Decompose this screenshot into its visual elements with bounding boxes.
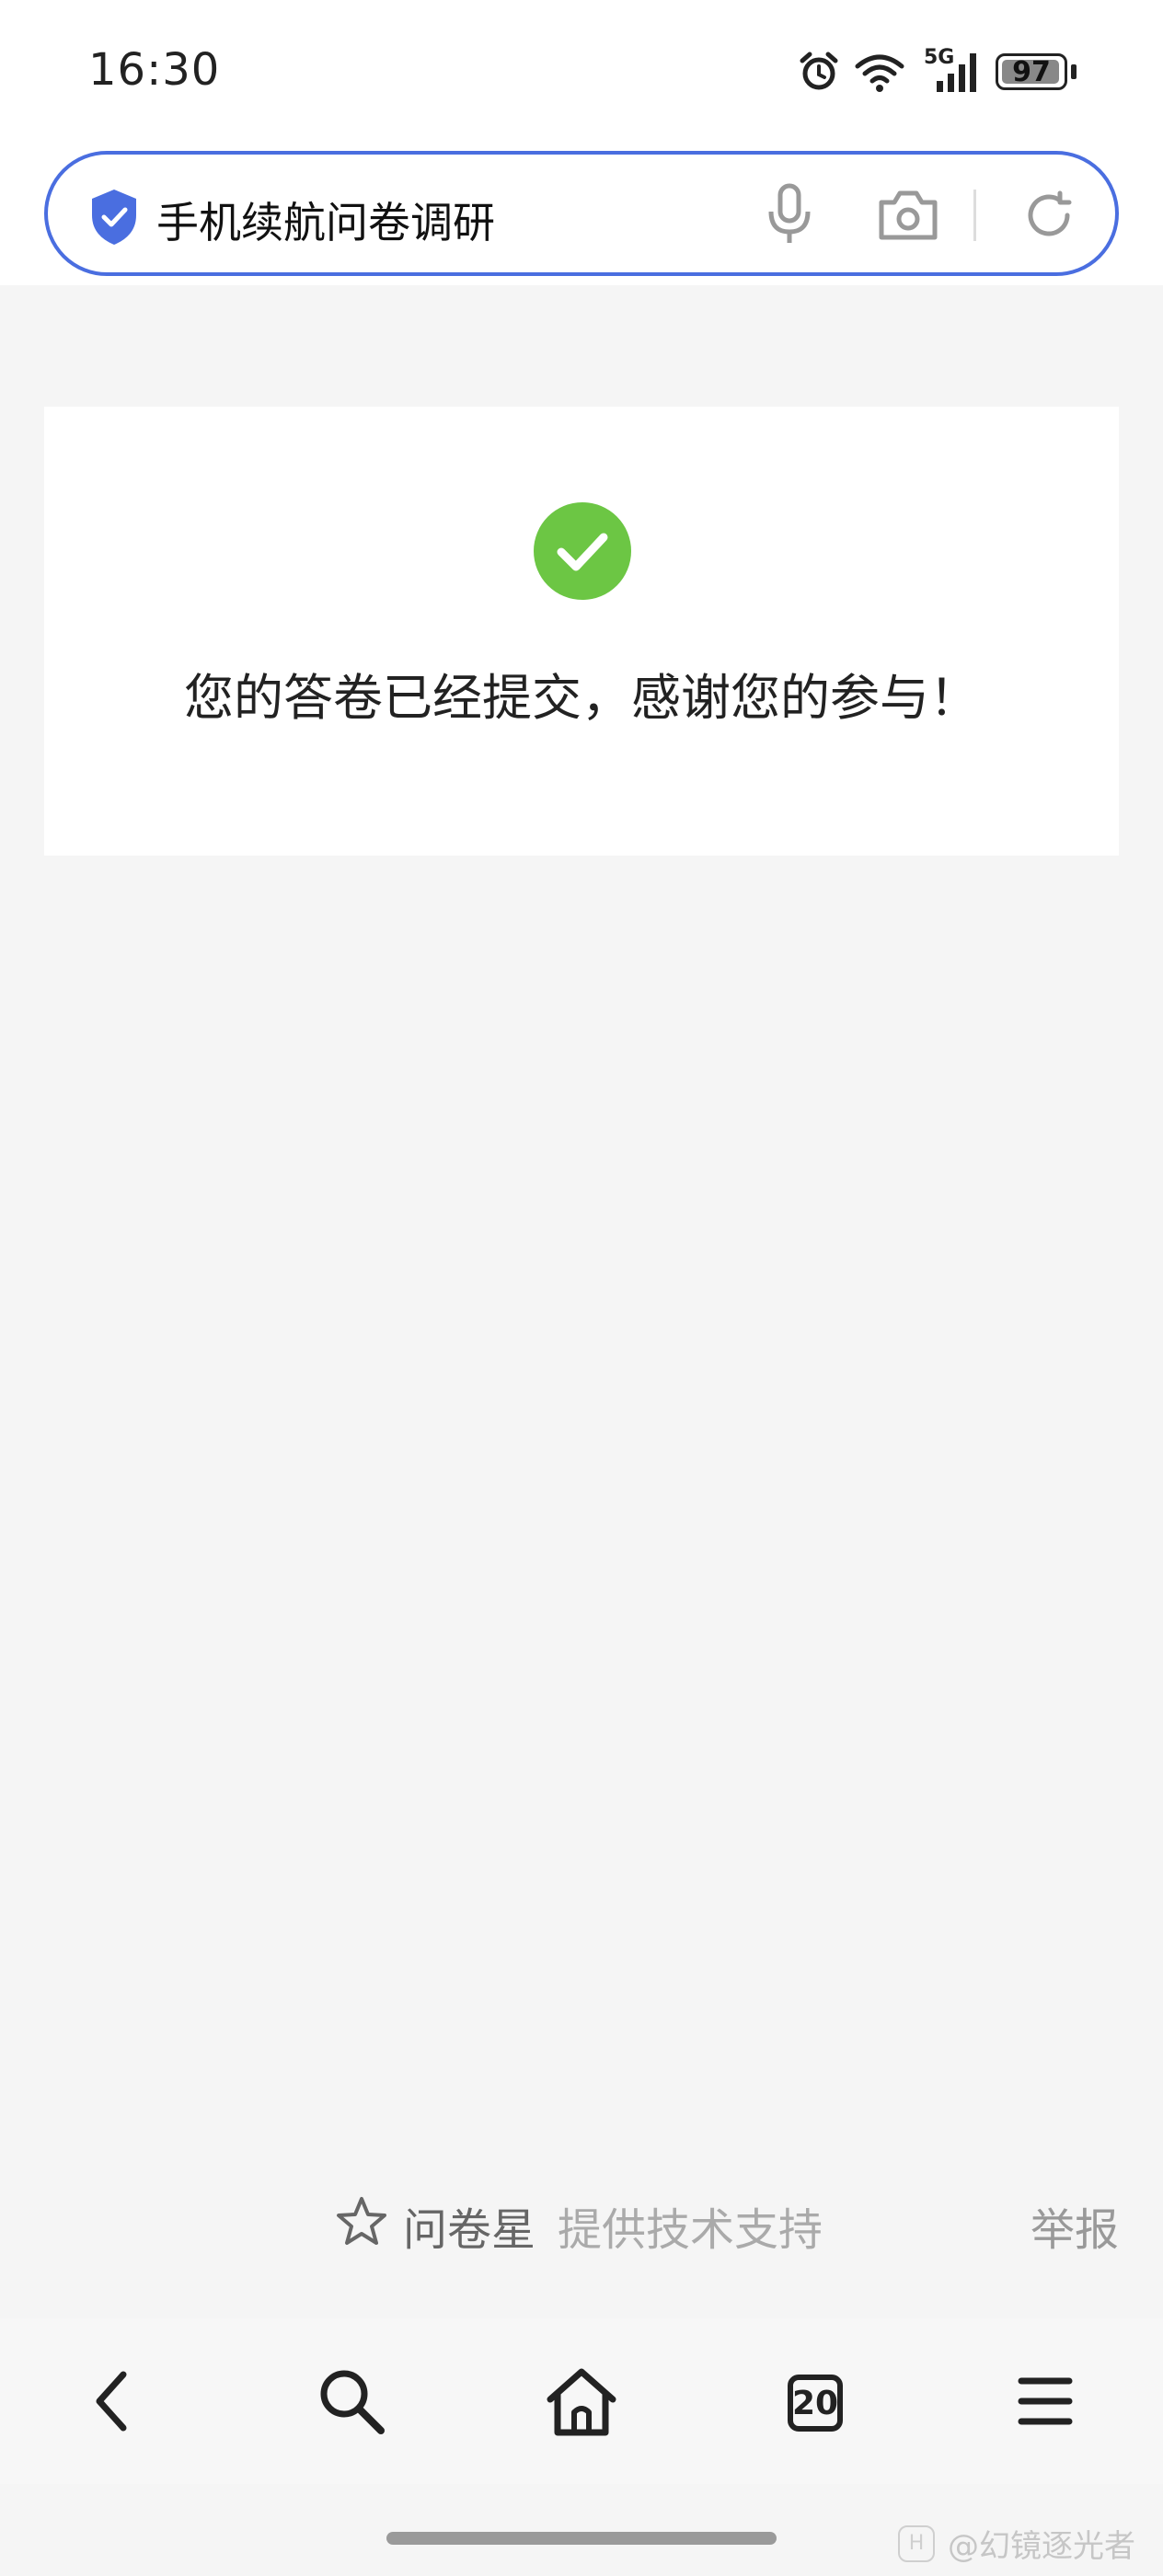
watermark-logo-icon: H [898,2524,935,2562]
check-circle-icon [534,502,631,600]
status-time: 16:30 [88,44,221,96]
brand-link[interactable]: 问卷星 [403,2193,535,2258]
tab-count: 20 [791,2384,839,2422]
watermark: H @幻镜逐光者 [898,2521,1135,2566]
top-area: 16:30 5G 97 手机续航问卷调研 [0,0,1163,285]
submission-success-message: 您的答卷已经提交，感谢您的参与！ [184,669,979,727]
cellular-signal-icon: 5G [918,46,983,94]
back-icon [85,2369,140,2437]
toolbar-divider [973,190,976,241]
report-link[interactable]: 举报 [1031,2193,1119,2258]
gesture-home-indicator[interactable] [386,2532,777,2545]
back-button[interactable] [66,2357,158,2449]
camera-icon[interactable] [876,186,940,245]
home-button[interactable] [535,2357,628,2449]
battery-icon: 97 [996,52,1078,92]
alarm-icon [797,50,841,94]
refresh-icon[interactable] [1019,186,1078,245]
menu-icon [1016,2374,1075,2432]
browser-bottom-nav: 20 [0,2318,1163,2484]
microphone-icon[interactable] [760,182,819,247]
menu-button[interactable] [999,2357,1091,2449]
tech-support-text: 提供技术支持 [558,2204,823,2256]
wifi-icon [854,50,905,94]
battery-level: 97 [1012,56,1051,88]
address-bar[interactable]: 手机续航问卷调研 [44,151,1119,276]
tabs-icon: 20 [788,2375,843,2432]
status-icons: 5G 97 [797,46,1078,96]
home-icon [543,2364,620,2442]
page-footer: 问卷星 提供技术支持 举报 [0,2180,1163,2263]
address-bar-query[interactable]: 手机续航问卷调研 [156,190,495,250]
search-icon [315,2364,388,2442]
star-icon[interactable] [335,2195,388,2252]
search-button[interactable] [305,2357,397,2449]
shield-check-icon [88,188,140,250]
submission-result-card: 您的答卷已经提交，感谢您的参与！ [44,407,1119,856]
watermark-text: @幻镜逐光者 [948,2528,1135,2565]
tabs-button[interactable]: 20 [769,2357,861,2449]
status-bar: 16:30 5G 97 [0,0,1163,138]
